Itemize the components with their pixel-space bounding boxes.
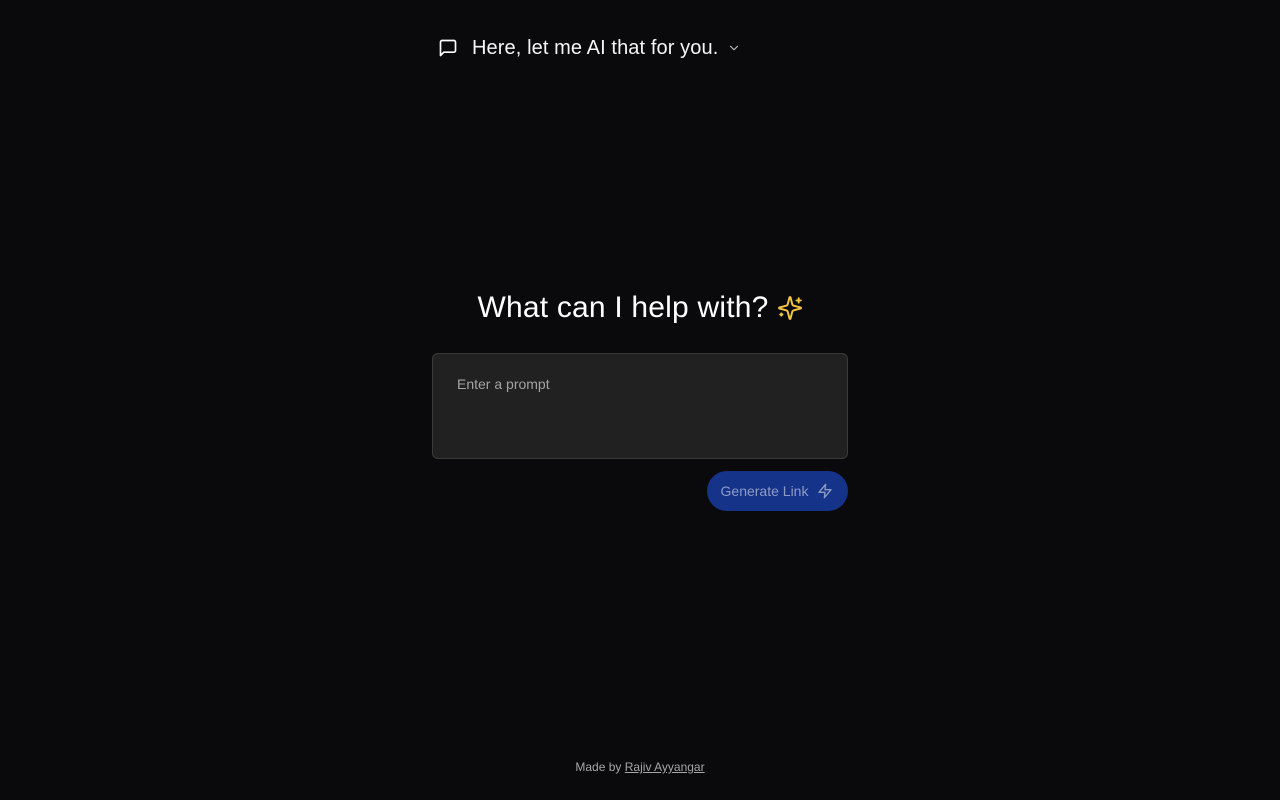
hero: What can I help with? xyxy=(0,291,1280,325)
prompt-container[interactable] xyxy=(432,353,848,459)
message-square-icon xyxy=(432,32,464,64)
chevron-down-icon[interactable] xyxy=(724,38,744,58)
sparkles-icon xyxy=(777,295,803,321)
zap-icon xyxy=(816,482,834,500)
app-title: Here, let me AI that for you. xyxy=(472,36,719,59)
header-title-menu[interactable]: Here, let me AI that for you. xyxy=(432,30,744,66)
author-link[interactable]: Rajiv Ayyangar xyxy=(625,760,705,774)
footer: Made by Rajiv Ayyangar xyxy=(0,760,1280,774)
prompt-input[interactable] xyxy=(457,376,823,436)
footer-prefix: Made by xyxy=(575,760,622,774)
page-title: What can I help with? xyxy=(477,291,769,324)
generate-link-label: Generate Link xyxy=(720,483,809,499)
generate-link-button[interactable]: Generate Link xyxy=(707,471,848,511)
